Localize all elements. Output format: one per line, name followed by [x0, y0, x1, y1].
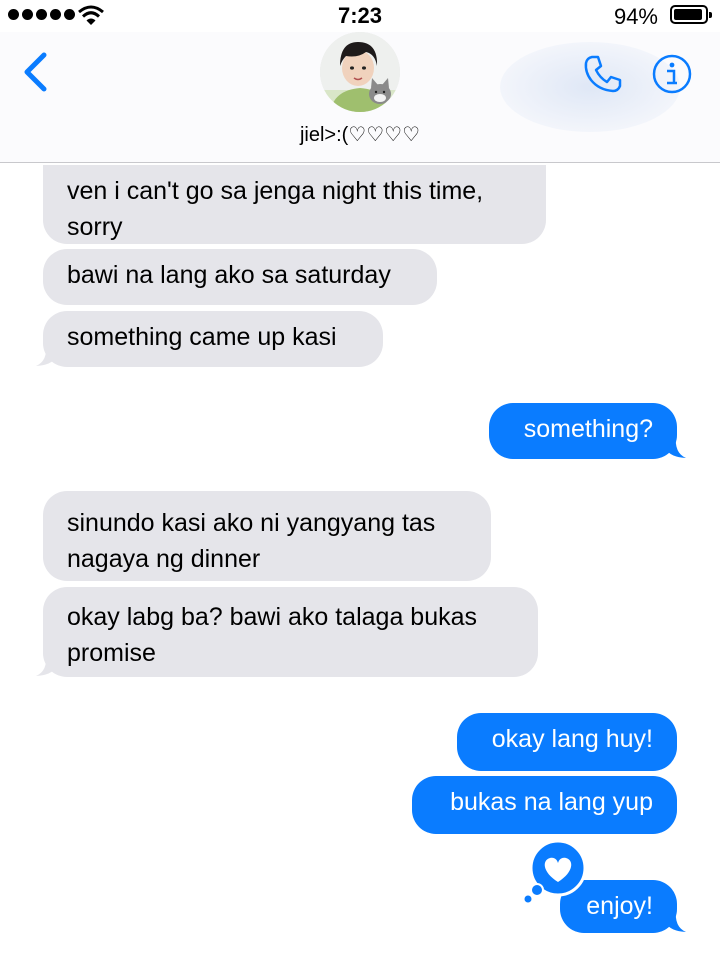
message-text-line: promise: [67, 639, 156, 667]
message-text-line: something came up kasi: [67, 323, 337, 351]
battery-percent: 94%: [613, 4, 658, 29]
message-bubble[interactable]: okay labg ba? bawi ako talaga bukas prom…: [43, 587, 538, 677]
message-text-line: ven i can't go sa jenga night this time,: [67, 177, 484, 205]
message-text-line: nagaya ng dinner: [67, 545, 261, 573]
message-text-line: sinundo kasi ako ni yangyang tas: [67, 509, 436, 537]
message-text-line: enjoy!: [586, 892, 653, 920]
message-text-line: okay lang huy!: [491, 725, 653, 753]
conversation-header: jiel>:(♡♡♡♡: [0, 32, 720, 163]
info-icon[interactable]: [652, 54, 692, 94]
message-bubble[interactable]: something came up kasi: [43, 311, 383, 367]
message-bubble[interactable]: sinundo kasi ako ni yangyang tas nagaya …: [43, 491, 491, 581]
message-text-line: sorry: [67, 213, 123, 241]
bubble-tail: [666, 435, 686, 458]
bubble-tail: [36, 343, 56, 366]
bubble-tail: [36, 653, 56, 676]
message-bubble[interactable]: bukas na lang yup: [412, 776, 677, 834]
message-bubble[interactable]: okay lang huy!: [457, 713, 677, 771]
message-text-line: okay labg ba? bawi ako talaga bukas: [67, 603, 478, 631]
message-text-line: bawi na lang ako sa saturday: [67, 261, 391, 289]
bubble-tail: [666, 909, 686, 932]
message-bubble[interactable]: ven i can't go sa jenga night this time,…: [43, 165, 546, 244]
status-time: 7:23: [337, 3, 383, 28]
status-bar: 7:23 94%: [0, 0, 720, 32]
message-text-line: something?: [523, 415, 653, 443]
battery-icon: [670, 5, 712, 24]
message-bubble[interactable]: bawi na lang ako sa saturday: [43, 249, 437, 305]
avatar-photo: [320, 32, 400, 112]
message-bubble[interactable]: something?: [489, 403, 677, 459]
heart-icon[interactable]: [520, 838, 592, 906]
phone-icon[interactable]: [583, 54, 623, 94]
chevron-left-icon[interactable]: [22, 52, 48, 92]
contact-name[interactable]: jiel>:(♡♡♡♡: [0, 122, 720, 147]
message-text-line: bukas na lang yup: [450, 788, 653, 816]
contact-avatar[interactable]: [320, 32, 400, 112]
